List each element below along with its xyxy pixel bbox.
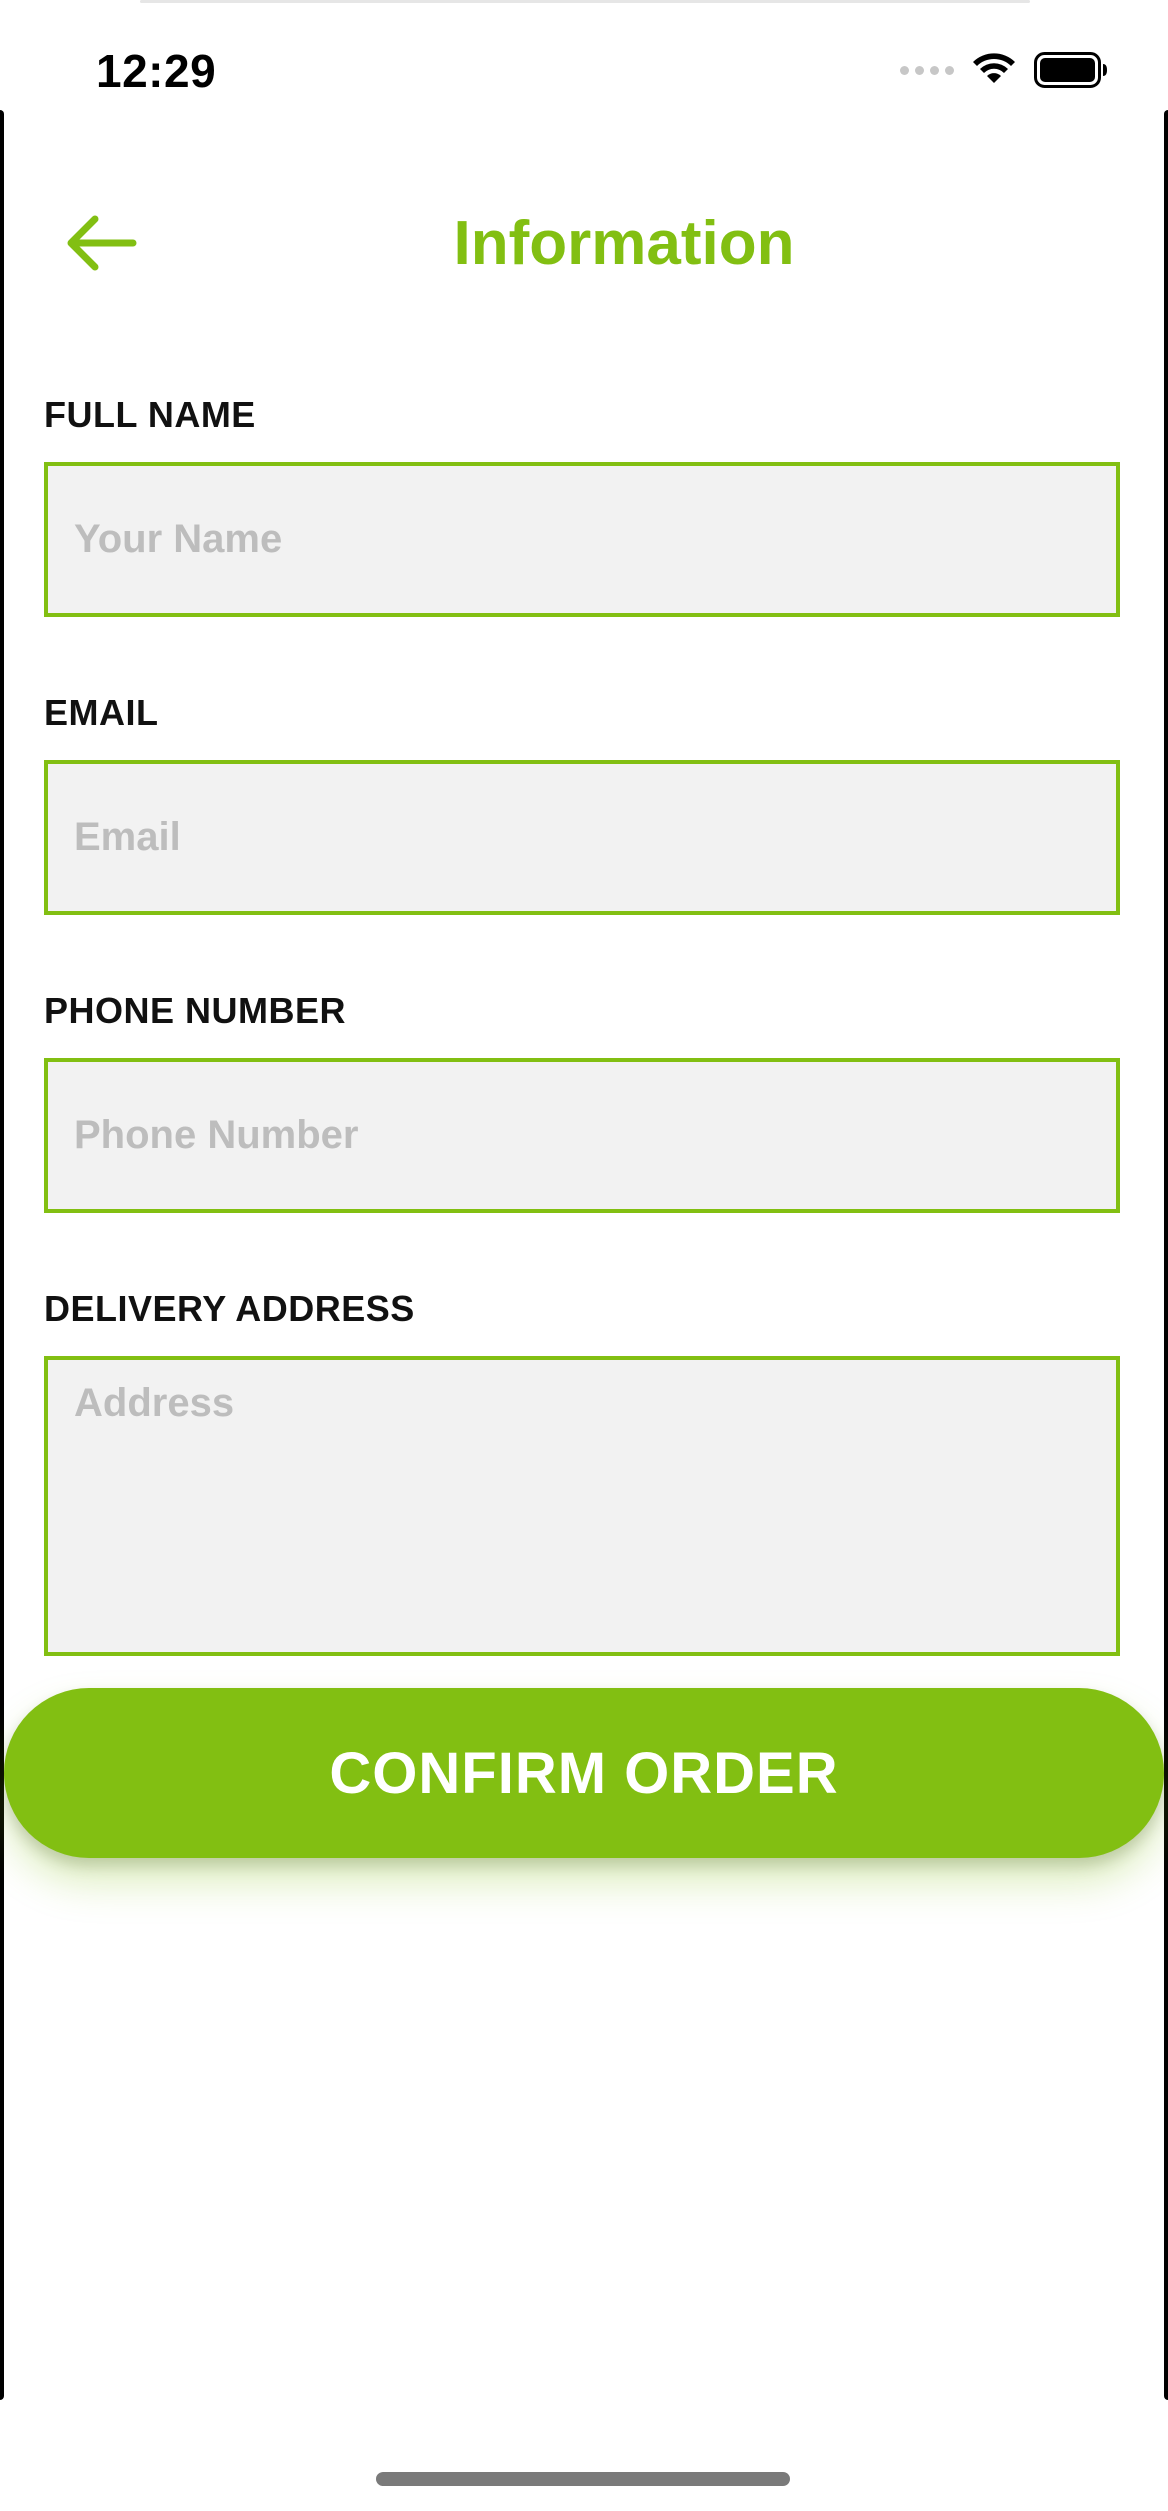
right-edge [1164, 110, 1168, 2400]
confirm-order-button[interactable]: CONFIRM ORDER [4, 1688, 1164, 1858]
email-field: EMAIL [44, 688, 1120, 915]
full-name-label: FULL NAME [44, 394, 256, 435]
full-name-field: FULL NAME [44, 390, 1120, 617]
address-label: DELIVERY ADDRESS [44, 1288, 415, 1329]
address-input[interactable] [44, 1356, 1120, 1656]
phone-field: PHONE NUMBER [44, 986, 1120, 1213]
battery-icon [1034, 52, 1108, 88]
full-name-input[interactable] [44, 462, 1120, 617]
address-field: DELIVERY ADDRESS [44, 1284, 1120, 1656]
signal-icon [900, 65, 954, 75]
status-bar: 12:29 [0, 0, 1168, 140]
status-time: 12:29 [96, 45, 217, 97]
email-label: EMAIL [44, 692, 159, 733]
home-indicator[interactable] [376, 2472, 790, 2486]
email-input[interactable] [44, 760, 1120, 915]
phone-input[interactable] [44, 1058, 1120, 1213]
left-edge [0, 110, 4, 2400]
device-frame [0, 0, 1168, 2511]
phone-label: PHONE NUMBER [44, 990, 347, 1031]
page-title: Information [453, 209, 795, 278]
wifi-icon [972, 53, 1016, 87]
header: Information [0, 180, 1168, 310]
status-icons [900, 52, 1108, 88]
